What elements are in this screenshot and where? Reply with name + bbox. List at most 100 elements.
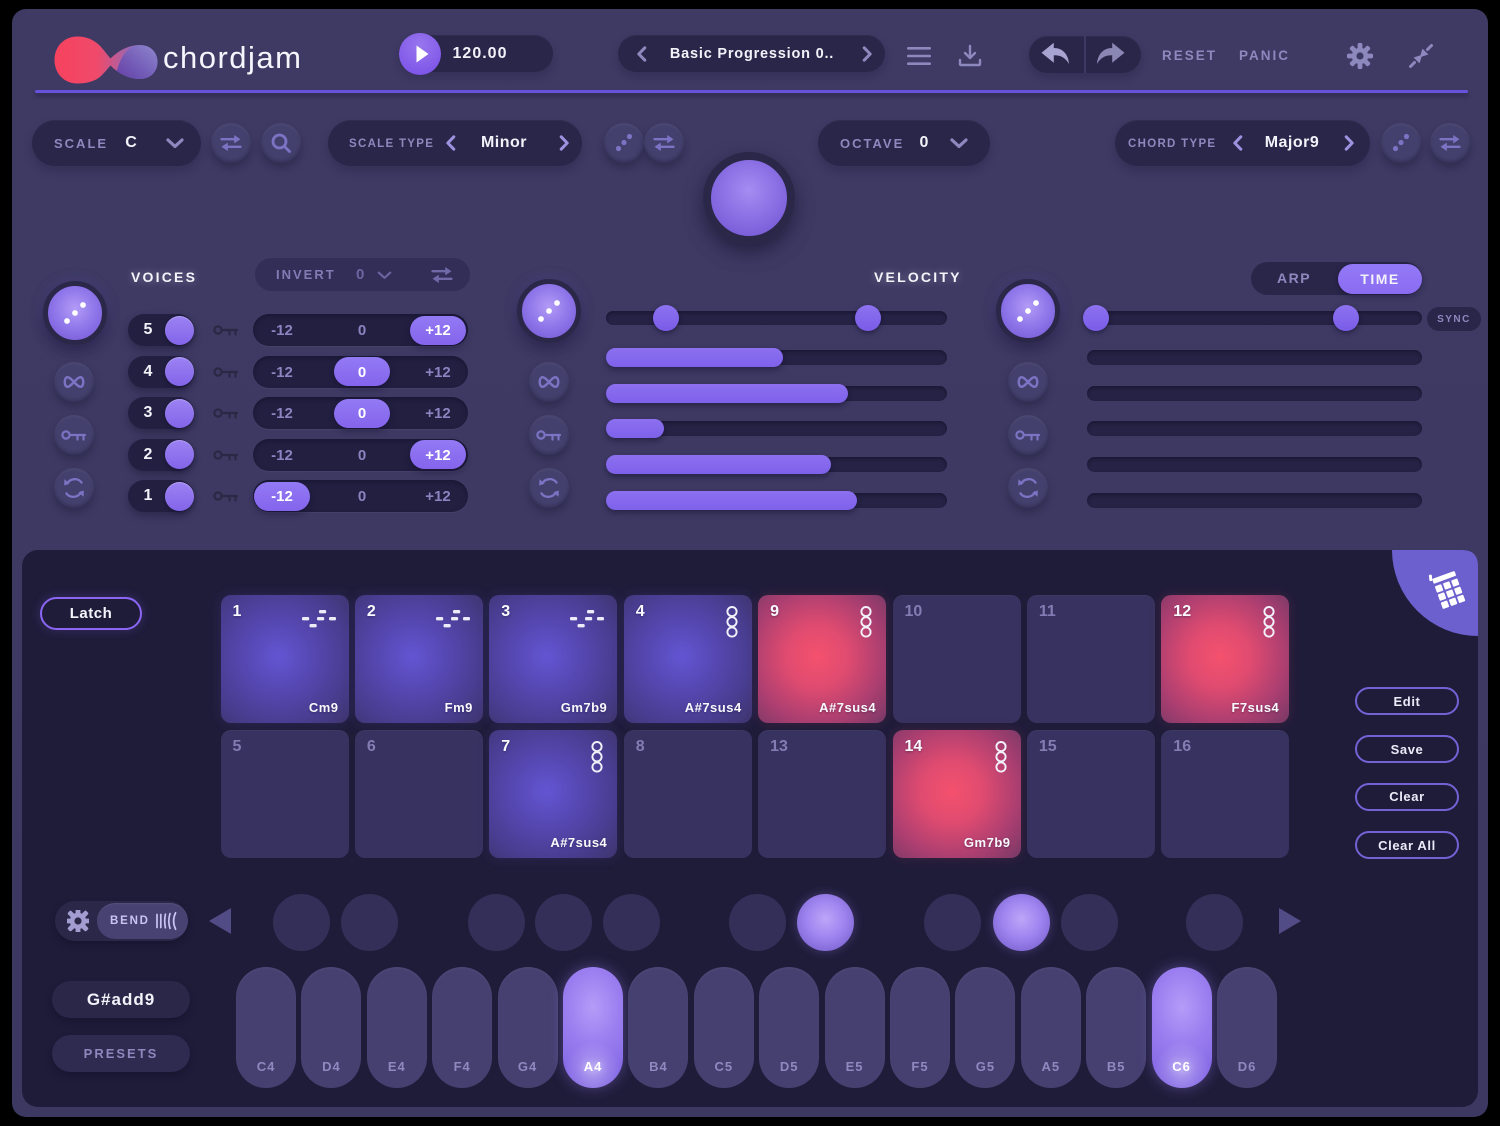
voice-transpose-option[interactable]: +12 bbox=[410, 405, 466, 422]
settings-gear-icon[interactable] bbox=[1346, 42, 1374, 70]
scale-search-button[interactable] bbox=[261, 123, 301, 163]
grid-corner-flap[interactable] bbox=[1392, 550, 1478, 641]
tempo-value[interactable]: 120.00 bbox=[425, 35, 535, 72]
black-key-A#5[interactable] bbox=[1061, 894, 1118, 951]
level-bar-track[interactable] bbox=[1087, 421, 1422, 436]
pad-7[interactable]: 7A#7sus4 bbox=[489, 730, 617, 858]
voices-key-button[interactable] bbox=[54, 415, 94, 455]
voice-toggle-circle[interactable] bbox=[165, 316, 194, 345]
range-track[interactable] bbox=[1086, 311, 1422, 325]
voice-transpose-option[interactable]: +12 bbox=[410, 322, 466, 339]
level-bar-track[interactable] bbox=[1087, 493, 1422, 508]
invert-chevron-down-icon[interactable] bbox=[374, 269, 394, 281]
menu-icon[interactable] bbox=[905, 42, 933, 70]
voice-key-icon[interactable] bbox=[213, 323, 239, 337]
keyboard-scroll-left-button[interactable] bbox=[209, 908, 231, 934]
white-key-D5[interactable]: D5 bbox=[759, 967, 819, 1088]
voice-transpose-option[interactable]: 0 bbox=[334, 447, 390, 464]
velocity-key-button[interactable] bbox=[529, 415, 569, 455]
arp-tab[interactable]: ARP bbox=[1277, 270, 1311, 286]
white-key-G4[interactable]: G4 bbox=[498, 967, 558, 1088]
voice-transpose-option[interactable]: 0 bbox=[334, 405, 390, 422]
level-bar-fill[interactable] bbox=[606, 455, 831, 474]
scale-swap-button[interactable] bbox=[211, 123, 251, 163]
black-key-C#4[interactable] bbox=[273, 894, 330, 951]
pad-13[interactable]: 13 bbox=[758, 730, 886, 858]
time-infinity-button[interactable] bbox=[1008, 362, 1048, 402]
level-bar-fill[interactable] bbox=[606, 384, 848, 403]
voice-transpose-option[interactable]: -12 bbox=[254, 322, 310, 339]
preset-prev-button[interactable] bbox=[628, 35, 654, 72]
voices-cycle-button[interactable] bbox=[54, 468, 94, 508]
save-button[interactable]: Save bbox=[1355, 735, 1459, 763]
pad-11[interactable]: 11 bbox=[1027, 595, 1155, 723]
voices-infinity-button[interactable] bbox=[54, 362, 94, 402]
voice-key-icon[interactable] bbox=[213, 489, 239, 503]
sync-toggle[interactable]: SYNC bbox=[1427, 307, 1481, 331]
white-key-G5[interactable]: G5 bbox=[955, 967, 1015, 1088]
voice-toggle-circle[interactable] bbox=[165, 482, 194, 511]
latch-button[interactable]: Latch bbox=[40, 597, 142, 630]
invert-swap-icon[interactable] bbox=[428, 263, 456, 287]
scale-type-random-button[interactable] bbox=[604, 123, 644, 163]
time-tab-label[interactable]: TIME bbox=[1338, 264, 1422, 294]
pad-14[interactable]: 14Gm7b9 bbox=[893, 730, 1021, 858]
clear-all-button[interactable]: Clear All bbox=[1355, 831, 1459, 859]
voice-transpose-option[interactable]: +12 bbox=[410, 488, 466, 505]
voice-transpose-option[interactable]: -12 bbox=[254, 447, 310, 464]
white-key-B4[interactable]: B4 bbox=[628, 967, 688, 1088]
white-key-B5[interactable]: B5 bbox=[1086, 967, 1146, 1088]
voice-transpose-option[interactable]: -12 bbox=[254, 405, 310, 422]
reset-button[interactable]: RESET bbox=[1162, 48, 1217, 63]
clear-button[interactable]: Clear bbox=[1355, 783, 1459, 811]
voice-transpose-option[interactable]: +12 bbox=[410, 447, 466, 464]
white-key-F5[interactable]: F5 bbox=[890, 967, 950, 1088]
scale-value[interactable]: C bbox=[118, 134, 144, 152]
black-key-F#5[interactable] bbox=[924, 894, 981, 951]
black-key-G#5[interactable] bbox=[993, 894, 1050, 951]
voice-key-icon[interactable] bbox=[213, 448, 239, 462]
scale-chevron-down-icon[interactable] bbox=[164, 136, 186, 150]
edit-button[interactable]: Edit bbox=[1355, 687, 1459, 715]
pad-16[interactable]: 16 bbox=[1161, 730, 1289, 858]
level-bar-fill[interactable] bbox=[606, 348, 783, 367]
pad-3[interactable]: 3Gm7b9 bbox=[489, 595, 617, 723]
panic-button[interactable]: PANIC bbox=[1239, 48, 1290, 63]
level-bar-fill[interactable] bbox=[606, 491, 857, 510]
keyboard-scroll-right-button[interactable] bbox=[1279, 908, 1301, 934]
bend-gear-icon[interactable] bbox=[67, 910, 89, 932]
voice-transpose-option[interactable]: 0 bbox=[334, 488, 390, 505]
preset-next-button[interactable] bbox=[854, 35, 880, 72]
black-key-F#4[interactable] bbox=[468, 894, 525, 951]
collapse-icon[interactable] bbox=[1407, 42, 1435, 70]
pad-8[interactable]: 8 bbox=[624, 730, 752, 858]
pad-1[interactable]: 1Cm9 bbox=[221, 595, 349, 723]
range-handle[interactable] bbox=[653, 305, 679, 331]
pad-5[interactable]: 5 bbox=[221, 730, 349, 858]
level-bar-track[interactable] bbox=[1087, 457, 1422, 472]
voice-toggle-circle[interactable] bbox=[165, 440, 194, 469]
time-random-knob[interactable] bbox=[996, 279, 1060, 343]
pad-15[interactable]: 15 bbox=[1027, 730, 1155, 858]
preset-name[interactable]: Basic Progression 0.. bbox=[654, 35, 850, 72]
black-key-D#4[interactable] bbox=[341, 894, 398, 951]
black-key-A#4[interactable] bbox=[603, 894, 660, 951]
invert-value[interactable]: 0 bbox=[356, 266, 364, 283]
pad-10[interactable]: 10 bbox=[893, 595, 1021, 723]
velocity-cycle-button[interactable] bbox=[529, 468, 569, 508]
voice-toggle-circle[interactable] bbox=[165, 399, 194, 428]
octave-chevron-down-icon[interactable] bbox=[948, 136, 970, 150]
download-icon[interactable] bbox=[956, 42, 984, 70]
voice-transpose-option[interactable]: 0 bbox=[334, 364, 390, 381]
pad-9[interactable]: 9A#7sus4 bbox=[758, 595, 886, 723]
white-key-D6[interactable]: D6 bbox=[1217, 967, 1277, 1088]
velocity-random-knob[interactable] bbox=[517, 279, 581, 343]
voice-key-icon[interactable] bbox=[213, 406, 239, 420]
voice-transpose-option[interactable]: 0 bbox=[334, 322, 390, 339]
white-key-D4[interactable]: D4 bbox=[301, 967, 361, 1088]
scale-type-next-icon[interactable] bbox=[556, 133, 572, 153]
white-key-F4[interactable]: F4 bbox=[432, 967, 492, 1088]
main-knob[interactable] bbox=[703, 152, 795, 244]
range-handle[interactable] bbox=[855, 305, 881, 331]
range-handle[interactable] bbox=[1083, 305, 1109, 331]
